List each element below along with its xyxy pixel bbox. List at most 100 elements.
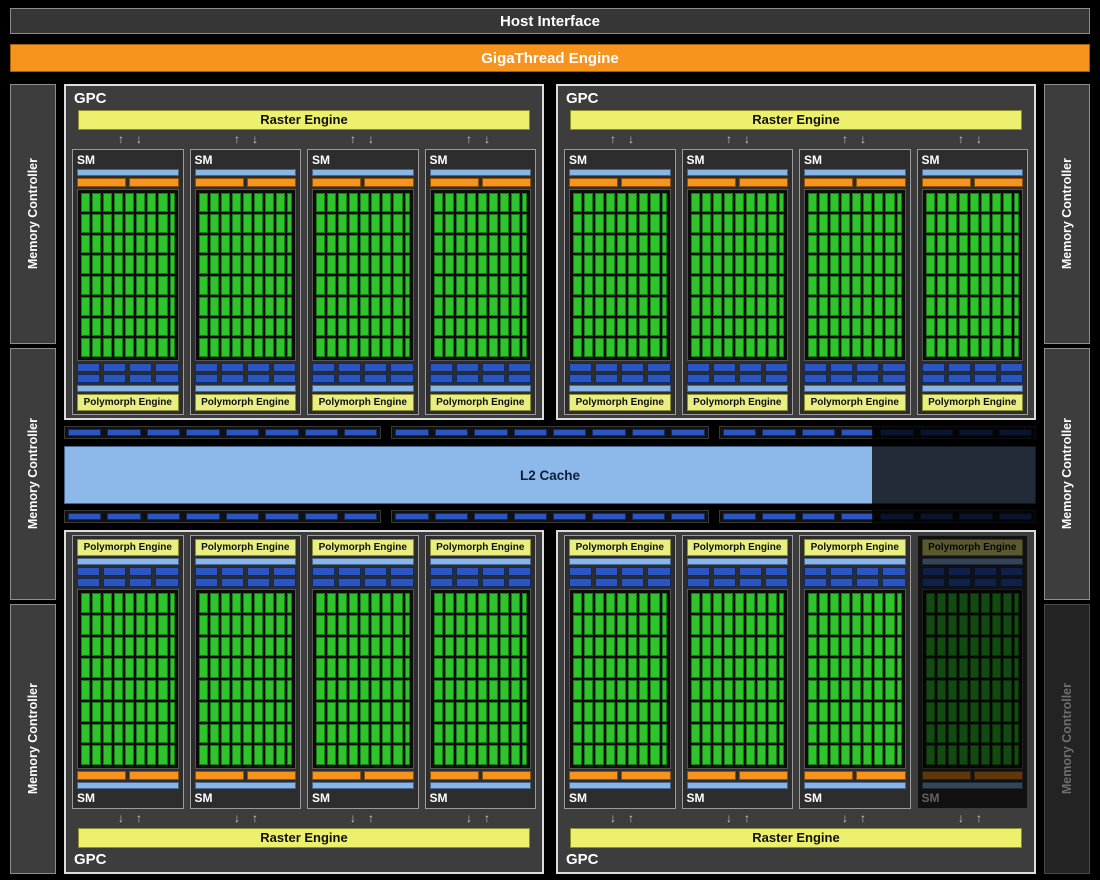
- ldst-column-cell: [779, 234, 784, 254]
- cuda-core: [198, 593, 208, 613]
- warp-scheduler-unit: [246, 178, 296, 187]
- ldst-column-cell: [522, 593, 527, 613]
- cuda-core: [639, 701, 649, 722]
- ldst-column-cell: [287, 234, 292, 254]
- cuda-core: [947, 234, 957, 254]
- cuda-core: [510, 234, 520, 254]
- ldst-column-cell: [404, 745, 410, 765]
- cuda-core: [316, 658, 326, 678]
- cuda-core: [830, 680, 840, 700]
- warp-scheduler-row: [194, 178, 296, 187]
- ldst-column-cell: [169, 276, 175, 295]
- cuda-core: [264, 658, 274, 678]
- sfu-ldst-unit: [973, 374, 997, 383]
- ldst-column-cell: [1014, 680, 1019, 700]
- ldst-column-cell: [1014, 276, 1019, 295]
- warp-scheduler-unit: [364, 771, 414, 780]
- cuda-core: [808, 193, 818, 212]
- cuda-core: [275, 213, 285, 233]
- cuda-core: [371, 338, 381, 357]
- ldst-column-cell: [522, 636, 527, 657]
- cuda-core: [136, 338, 146, 357]
- cuda-core: [980, 636, 990, 657]
- cuda-core: [253, 338, 263, 357]
- arrow-pair: ↑ ↓: [72, 132, 188, 147]
- gigathread-engine-label: GigaThread Engine: [481, 49, 619, 67]
- cuda-core: [767, 745, 777, 765]
- cuda-core: [158, 255, 168, 274]
- cuda-core: [349, 213, 359, 233]
- cuda-core: [628, 255, 638, 274]
- cuda-core: [488, 276, 498, 295]
- cuda-core: [360, 614, 370, 635]
- sm-unit: SM Polymorph Engine: [681, 149, 793, 415]
- instruction-cache-bar: [312, 169, 414, 176]
- cuda-core: [275, 317, 285, 337]
- cuda-core: [1002, 193, 1012, 212]
- cuda-core: [253, 636, 263, 657]
- cuda-core: [198, 193, 208, 212]
- cuda-core: [980, 317, 990, 337]
- cuda-core: [723, 658, 733, 678]
- cuda-core: [360, 338, 370, 357]
- cuda-core: [830, 234, 840, 254]
- sfu-ldst-row: [194, 567, 296, 576]
- sm-row: SM Polymorph Engine SM Polymorph Engine SM Po…: [72, 149, 536, 415]
- cuda-core: [264, 255, 274, 274]
- cuda-core: [584, 680, 594, 700]
- cuda-core: [338, 338, 348, 357]
- polymorph-engine: Polymorph Engine: [686, 539, 788, 556]
- cuda-core: [595, 745, 605, 765]
- cuda-core: [830, 193, 840, 212]
- sfu-ldst-unit: [481, 374, 505, 383]
- dram-cell: [304, 513, 338, 520]
- cuda-core: [830, 213, 840, 233]
- cuda-core: [393, 593, 403, 613]
- warp-scheduler-row: [194, 771, 296, 780]
- cuda-core: [767, 193, 777, 212]
- cuda-core: [433, 193, 443, 212]
- cuda-core-grid: [686, 589, 788, 769]
- ldst-column-cell: [896, 593, 902, 613]
- polymorph-engine: Polymorph Engine: [804, 394, 906, 411]
- cuda-core: [1002, 701, 1012, 722]
- dram-cell: [553, 429, 587, 436]
- cuda-core: [114, 296, 124, 316]
- cuda-core: [980, 296, 990, 316]
- ldst-column-cell: [779, 680, 784, 700]
- dram-cell: [513, 429, 548, 436]
- gpc-bottom-left: Polymorph Engine SM Polymorph Engine SM Poly…: [64, 530, 544, 874]
- cuda-core: [980, 338, 990, 357]
- cuda-core: [819, 276, 829, 295]
- cuda-core: [830, 636, 840, 657]
- cuda-core: [327, 296, 337, 316]
- cuda-core: [209, 234, 219, 254]
- cuda-core: [767, 614, 777, 635]
- sfu-ldst-unit: [999, 374, 1023, 383]
- cuda-core: [819, 193, 829, 212]
- cuda-core: [958, 701, 968, 722]
- cuda-core: [444, 338, 454, 357]
- cuda-core: [991, 276, 1001, 295]
- cuda-core: [980, 723, 990, 744]
- cuda-core: [444, 701, 454, 722]
- ldst-column-cell: [1014, 614, 1019, 635]
- dram-group: [64, 510, 382, 523]
- cuda-core: [455, 234, 465, 254]
- sfu-ldst-unit: [712, 578, 736, 587]
- memory-controller-right-2: Memory Controller: [1044, 348, 1090, 600]
- cuda-core: [253, 614, 263, 635]
- sfu-ldst-row: [804, 363, 906, 372]
- gpc-label: GPC: [74, 851, 107, 868]
- cuda-core: [947, 745, 957, 765]
- ldst-column-cell: [896, 317, 902, 337]
- ldst-column-cell: [522, 680, 527, 700]
- cuda-core: [745, 317, 755, 337]
- arrow-down-icon: ↓: [726, 811, 732, 825]
- cuda-core: [360, 213, 370, 233]
- cuda-core: [991, 296, 1001, 316]
- ldst-column-cell: [661, 636, 667, 657]
- sfu-ldst-unit: [764, 374, 788, 383]
- cuda-core: [158, 680, 168, 700]
- cuda-core: [808, 658, 818, 678]
